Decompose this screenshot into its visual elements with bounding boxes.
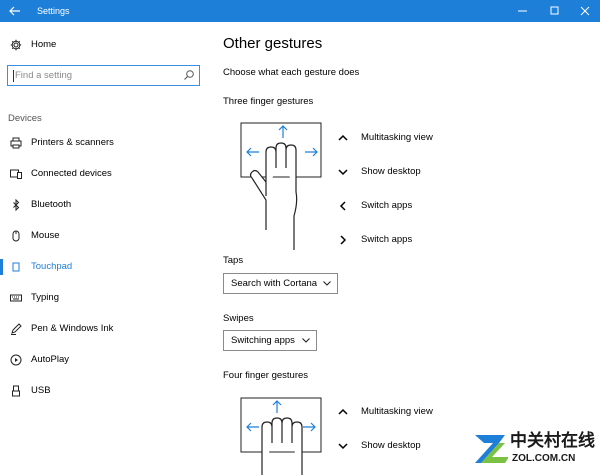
sidebar-item-pen[interactable]: Pen & Windows Ink [0,317,207,341]
watermark-url: ZOL.COM.CN [512,453,576,464]
gesture-action-label: Multitasking view [361,132,433,143]
usb-icon [10,385,22,397]
sidebar: Home Find a setting Devices Printers & s… [0,22,207,475]
chevron-up-icon [338,408,348,415]
maximize-icon [550,6,559,15]
gesture-row: Multitasking view [337,131,477,145]
sidebar-item-mouse[interactable]: Mouse [0,224,207,248]
gesture-action-label: Show desktop [361,166,421,177]
chevron-left-icon [339,201,346,211]
arrow-left-icon [9,6,20,16]
text-caret [13,70,14,82]
pen-icon [10,323,22,335]
four-finger-gesture-illustration [240,397,322,475]
sidebar-item-home[interactable]: Home [0,33,207,57]
main-content: Other gestures Choose what each gesture … [207,22,600,475]
active-indicator [0,259,3,275]
sidebar-item-bluetooth[interactable]: Bluetooth [0,193,207,217]
sidebar-item-label: Touchpad [31,261,73,272]
page-title: Other gestures [223,35,323,52]
gesture-row: Show desktop [337,439,477,453]
sidebar-item-label: Connected devices [31,168,112,179]
sidebar-item-label: Typing [31,292,59,303]
touchpad-icon [10,261,22,273]
gesture-action-label: Multitasking view [361,406,433,417]
connected-devices-icon [10,168,22,180]
autoplay-icon [10,354,22,366]
gesture-action-label: Switch apps [361,200,413,211]
chevron-down-icon [338,443,348,450]
sidebar-item-label: AutoPlay [31,354,70,365]
gesture-action-label: Show desktop [361,440,421,451]
sidebar-item-usb[interactable]: USB [0,379,207,403]
mouse-icon [10,230,22,242]
sidebar-home-label: Home [31,39,57,50]
sidebar-item-connected-devices[interactable]: Connected devices [0,162,207,186]
bluetooth-icon [10,199,22,211]
sidebar-item-label: USB [31,385,51,396]
gesture-row: Switch apps [337,199,477,213]
taps-dropdown[interactable]: Search with Cortana [223,273,338,294]
watermark: 中关村在线 ZOL.COM.CN [472,427,598,473]
sidebar-item-label: Pen & Windows Ink [31,323,114,334]
minimize-button[interactable] [507,0,539,22]
gesture-action-label: Switch apps [361,234,413,245]
printer-icon [10,137,22,149]
close-icon [580,6,590,16]
sidebar-item-label: Printers & scanners [31,137,114,148]
page-subtitle: Choose what each gesture does [223,67,360,78]
search-input[interactable]: Find a setting [7,65,200,86]
title-bar: Settings [0,0,600,22]
swipes-dropdown[interactable]: Switching apps [223,330,317,351]
chevron-down-icon [338,169,348,176]
four-finger-heading: Four finger gestures [223,370,309,381]
back-button[interactable] [0,0,30,22]
watermark-brand: 中关村在线 [510,431,595,450]
sidebar-item-autoplay[interactable]: AutoPlay [0,348,207,372]
keyboard-icon [10,292,22,304]
gesture-row: Multitasking view [337,405,477,419]
swipes-selected-value: Switching apps [231,334,295,346]
taps-label: Taps [223,255,244,266]
close-button[interactable] [569,0,600,22]
search-placeholder: Find a setting [15,70,73,81]
sidebar-item-label: Bluetooth [31,199,72,210]
search-icon[interactable] [183,69,195,81]
maximize-button[interactable] [539,0,571,22]
chevron-down-icon [323,281,331,286]
sidebar-item-printers[interactable]: Printers & scanners [0,131,207,155]
chevron-up-icon [338,134,348,141]
three-finger-heading: Three finger gestures [223,96,314,107]
sidebar-item-typing[interactable]: Typing [0,286,207,310]
minimize-icon [518,10,527,12]
window-title: Settings [37,6,70,16]
zol-logo-icon [475,435,508,463]
gesture-row: Show desktop [337,165,477,179]
sidebar-section-devices: Devices [8,113,42,124]
chevron-right-icon [340,235,347,245]
chevron-down-icon [302,338,310,343]
sidebar-item-label: Mouse [31,230,60,241]
gear-icon [10,39,22,51]
swipes-label: Swipes [223,313,254,324]
taps-selected-value: Search with Cortana [231,277,318,289]
gesture-row: Switch apps [337,233,477,247]
sidebar-item-touchpad[interactable]: Touchpad [0,255,207,279]
three-finger-gesture-illustration [240,122,322,250]
